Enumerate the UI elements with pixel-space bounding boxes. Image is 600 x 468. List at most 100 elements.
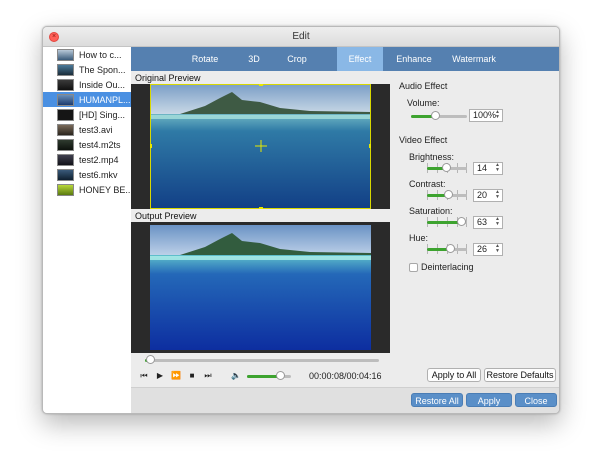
video-thumbnail-icon	[57, 93, 74, 106]
contrast-slider-knob[interactable]	[444, 190, 453, 199]
main-area: Rotate 3D Crop Effect Enhance Watermark …	[131, 47, 559, 413]
audio-effect-title: Audio Effect	[399, 81, 448, 91]
tab-effect[interactable]: Effect	[337, 47, 383, 71]
saturation-slider-fill	[427, 221, 460, 224]
hue-slider-knob[interactable]	[446, 244, 455, 253]
file-name: The Spon...	[79, 64, 126, 75]
next-frame-icon[interactable]: ⏭	[203, 371, 213, 381]
window-title: Edit	[292, 31, 310, 42]
brightness-slider[interactable]	[427, 163, 467, 172]
deinterlacing-label: Deinterlacing	[421, 262, 474, 272]
volume-slider[interactable]	[411, 111, 467, 120]
playback-progress-knob[interactable]	[145, 355, 155, 364]
file-name: test3.avi	[79, 124, 113, 135]
preview-panel: Original Preview Output Preview ⏮ ▶ ⏩ ■ …	[131, 71, 390, 387]
stop-icon[interactable]: ■	[187, 371, 197, 380]
bottom-action-bar: Restore All Apply Close	[131, 387, 559, 413]
video-thumbnail-icon	[57, 138, 74, 151]
file-item[interactable]: How to c...	[43, 47, 131, 62]
video-thumbnail-icon	[57, 123, 74, 136]
tab-rotate[interactable]: Rotate	[179, 47, 231, 71]
file-item[interactable]: test2.mp4	[43, 152, 131, 167]
brightness-label: Brightness:	[409, 152, 455, 162]
volume-slider-knob[interactable]	[431, 111, 440, 120]
original-preview-screen	[131, 84, 390, 209]
video-thumbnail-icon	[57, 78, 74, 91]
file-item-selected[interactable]: HUMANPL...	[43, 92, 131, 107]
tab-watermark[interactable]: Watermark	[445, 47, 503, 71]
hue-slider[interactable]	[427, 244, 467, 253]
video-effect-title: Video Effect	[399, 135, 448, 145]
saturation-slider[interactable]	[427, 217, 467, 226]
restore-defaults-button[interactable]: Restore Defaults	[484, 368, 556, 382]
stepper-arrows-icon[interactable]: ▲ ▼	[494, 110, 501, 120]
volume-slider-fill	[411, 115, 433, 118]
stepper-arrows-icon[interactable]: ▲ ▼	[494, 217, 501, 227]
tab-crop[interactable]: Crop	[277, 47, 317, 71]
volume-value-field[interactable]: 100% ▲ ▼	[469, 109, 503, 122]
brightness-value-field[interactable]: 14 ▲ ▼	[473, 162, 503, 175]
volume-value: 100%	[473, 110, 497, 120]
saturation-value-field[interactable]: 63 ▲ ▼	[473, 216, 503, 229]
saturation-slider-knob[interactable]	[457, 217, 466, 226]
original-preview-label: Original Preview	[135, 73, 201, 83]
video-thumbnail-icon	[57, 63, 74, 76]
fast-forward-icon[interactable]: ⏩	[171, 371, 181, 380]
video-thumbnail-icon	[57, 183, 74, 196]
file-item[interactable]: HONEY BE...	[43, 182, 131, 197]
stepper-arrows-icon[interactable]: ▲ ▼	[494, 163, 501, 173]
file-item[interactable]: Inside Ou...	[43, 77, 131, 92]
apply-to-all-button[interactable]: Apply to All	[427, 368, 481, 382]
video-thumbnail-icon	[57, 168, 74, 181]
hue-label: Hue:	[409, 233, 429, 243]
deinterlacing-checkbox[interactable]	[409, 263, 418, 272]
tab-3d[interactable]: 3D	[237, 47, 271, 71]
file-name: Inside Ou...	[79, 79, 126, 90]
video-thumbnail-icon	[57, 48, 74, 61]
file-name: [HD] Sing...	[79, 109, 126, 120]
player-volume-slider[interactable]	[247, 371, 291, 380]
close-window-icon[interactable]: ×	[49, 32, 59, 42]
timecode: 00:00:08/00:04:16	[309, 371, 382, 381]
file-name: How to c...	[79, 49, 122, 60]
hue-value-field[interactable]: 26 ▲ ▼	[473, 243, 503, 256]
stepper-arrows-icon[interactable]: ▲ ▼	[494, 190, 501, 200]
file-item[interactable]: test6.mkv	[43, 167, 131, 182]
close-button[interactable]: Close	[515, 393, 557, 407]
saturation-value: 63	[477, 217, 488, 227]
file-name: test2.mp4	[79, 154, 119, 165]
file-item[interactable]: test4.m2ts	[43, 137, 131, 152]
file-list: How to c... The Spon... Inside Ou... HUM…	[43, 47, 132, 413]
contrast-label: Contrast:	[409, 179, 446, 189]
file-name: test6.mkv	[79, 169, 118, 180]
contrast-value: 20	[477, 190, 488, 200]
saturation-label: Saturation:	[409, 206, 453, 216]
file-name: HUMANPL...	[79, 94, 131, 105]
volume-icon[interactable]: 🔈	[231, 371, 241, 380]
player-volume-knob[interactable]	[276, 371, 285, 380]
output-video-frame	[150, 225, 371, 350]
brightness-slider-knob[interactable]	[442, 163, 451, 172]
previous-frame-icon[interactable]: ⏮	[139, 371, 149, 381]
file-item[interactable]: [HD] Sing...	[43, 107, 131, 122]
volume-label: Volume:	[407, 98, 440, 108]
file-item[interactable]: The Spon...	[43, 62, 131, 77]
effect-settings-panel: Audio Effect Volume: 100% ▲ ▼ Video Effec…	[391, 71, 559, 387]
video-thumbnail-icon	[57, 153, 74, 166]
playback-progress-slider[interactable]	[145, 355, 379, 364]
play-icon[interactable]: ▶	[155, 371, 165, 380]
contrast-slider[interactable]	[427, 190, 467, 199]
title-bar: × Edit	[43, 27, 559, 47]
output-preview-screen	[131, 222, 390, 353]
original-video-frame	[150, 84, 371, 209]
stepper-arrows-icon[interactable]: ▲ ▼	[494, 244, 501, 254]
brightness-value: 14	[477, 163, 488, 173]
contrast-value-field[interactable]: 20 ▲ ▼	[473, 189, 503, 202]
apply-button[interactable]: Apply	[466, 393, 512, 407]
file-item[interactable]: test3.avi	[43, 122, 131, 137]
restore-all-button[interactable]: Restore All	[411, 393, 463, 407]
hue-value: 26	[477, 244, 488, 254]
output-preview-label: Output Preview	[135, 211, 197, 221]
video-thumbnail-icon	[57, 108, 74, 121]
tab-enhance[interactable]: Enhance	[389, 47, 439, 71]
